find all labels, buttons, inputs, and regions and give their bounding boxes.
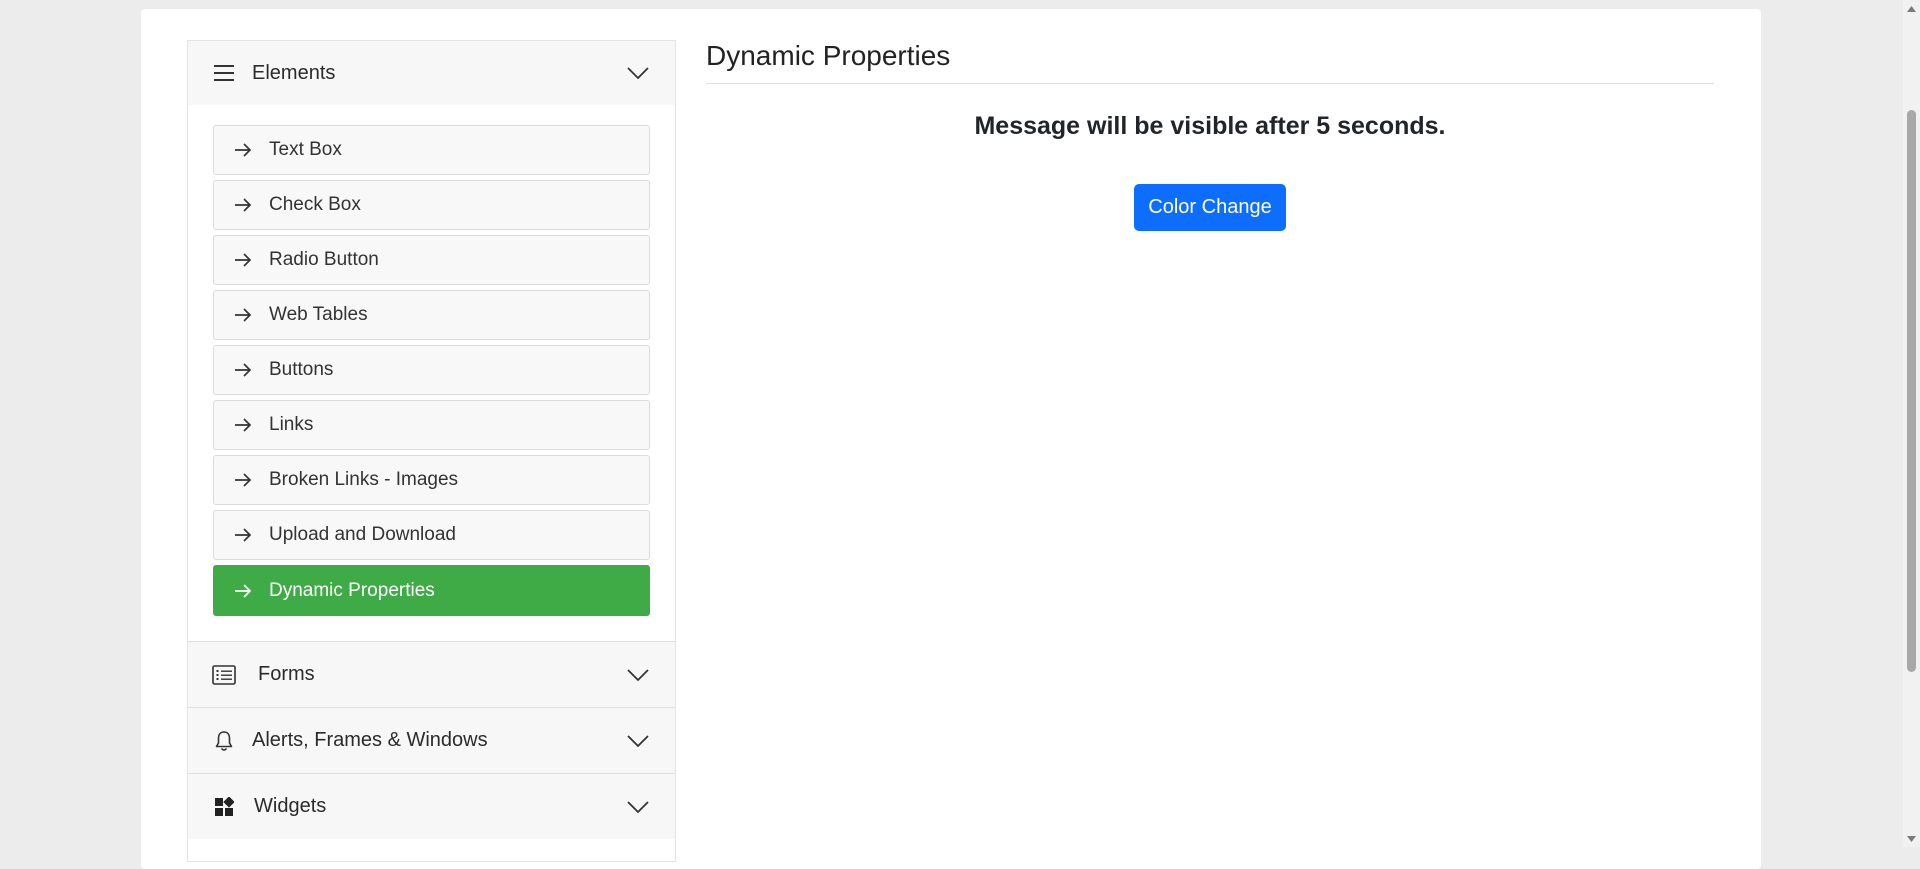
menu-item-label: Web Tables xyxy=(269,304,368,325)
title-divider xyxy=(706,83,1714,84)
chevron-down-icon[interactable] xyxy=(627,62,649,84)
color-change-button[interactable]: Color Change xyxy=(1134,184,1286,231)
arrow-right-icon xyxy=(232,524,254,546)
visibility-message: Message will be visible after 5 seconds. xyxy=(974,112,1446,140)
group-header-alerts-frames-windows[interactable]: Alerts, Frames & Windows xyxy=(188,707,675,773)
menu-item-label: Check Box xyxy=(269,194,361,215)
group-label-widgets: Widgets xyxy=(254,795,327,817)
menu-item-web-tables[interactable]: Web Tables xyxy=(213,290,650,340)
arrow-right-icon xyxy=(232,139,254,161)
group-label-forms: Forms xyxy=(258,663,315,685)
arrow-right-icon xyxy=(232,359,254,381)
menu-item-label: Links xyxy=(269,414,314,435)
arrow-right-icon xyxy=(232,469,254,491)
group-header-widgets[interactable]: Widgets xyxy=(188,773,675,839)
menu-item-radio-button[interactable]: Radio Button xyxy=(213,235,650,285)
menu-item-upload-and-download[interactable]: Upload and Download xyxy=(213,510,650,560)
menu-item-label: Radio Button xyxy=(269,249,379,270)
arrow-right-icon xyxy=(232,194,254,216)
arrow-right-icon xyxy=(232,414,254,436)
arrow-right-icon xyxy=(232,304,254,326)
menu-item-buttons[interactable]: Buttons xyxy=(213,345,650,395)
arrow-right-icon xyxy=(232,580,254,602)
group-header-forms[interactable]: Forms xyxy=(188,641,675,707)
scroll-up-arrow-icon[interactable] xyxy=(1903,0,1920,17)
scrollbar-thumb[interactable] xyxy=(1907,110,1916,672)
menu-item-text-box[interactable]: Text Box xyxy=(213,125,650,175)
chevron-down-icon[interactable] xyxy=(627,730,649,752)
bell-icon xyxy=(212,729,236,753)
elements-menu-list: Text Box Check Box Radio Button Web Tabl… xyxy=(188,105,675,641)
group-label-elements: Elements xyxy=(252,61,336,84)
menu-item-check-box[interactable]: Check Box xyxy=(213,180,650,230)
menu-item-broken-links-images[interactable]: Broken Links - Images xyxy=(213,455,650,505)
page-scrollbar[interactable] xyxy=(1903,0,1920,847)
chevron-down-icon[interactable] xyxy=(627,796,649,818)
group-header-elements[interactable]: Elements xyxy=(188,41,675,105)
menu-item-label: Dynamic Properties xyxy=(269,579,435,601)
group-label-alerts: Alerts, Frames & Windows xyxy=(252,729,488,751)
sidebar: Elements Text Box Check Box Radio Button… xyxy=(187,40,676,862)
page-title: Dynamic Properties xyxy=(706,40,951,71)
menu-item-links[interactable]: Links xyxy=(213,400,650,450)
menu-item-label: Upload and Download xyxy=(269,524,456,545)
menu-item-label: Broken Links - Images xyxy=(269,469,459,490)
widgets-icon xyxy=(212,795,236,819)
scroll-down-arrow-icon[interactable] xyxy=(1903,830,1920,847)
menu-item-label: Buttons xyxy=(269,359,334,380)
arrow-right-icon xyxy=(232,249,254,271)
list-icon xyxy=(212,663,236,687)
menu-item-label: Text Box xyxy=(269,139,342,160)
chevron-down-icon[interactable] xyxy=(627,664,649,686)
hamburger-icon xyxy=(212,61,236,85)
menu-item-dynamic-properties[interactable]: Dynamic Properties xyxy=(213,565,650,616)
